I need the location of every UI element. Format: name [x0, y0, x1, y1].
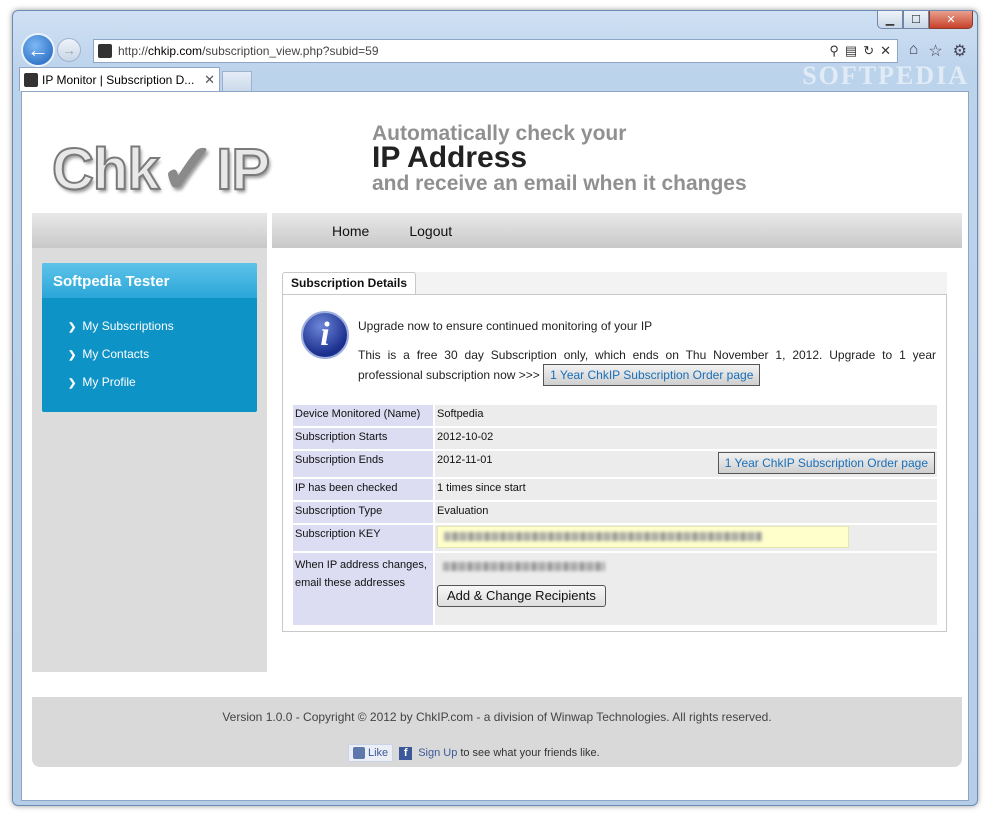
site-footer: Version 1.0.0 - Copyright © 2012 by ChkI… — [32, 697, 962, 767]
type-label: Subscription Type — [293, 502, 433, 523]
address-url[interactable]: http://chkip.com/subscription_view.php?s… — [118, 44, 829, 58]
search-icon[interactable]: ⚲ — [829, 43, 839, 59]
tab-ip-monitor[interactable]: IP Monitor | Subscription D... ✕ — [19, 67, 220, 91]
tab-favicon-icon — [24, 72, 38, 87]
key-label: Subscription KEY — [293, 525, 433, 552]
facebook-widget: Like f Sign Up to see what your friends … — [348, 744, 600, 762]
starts-label: Subscription Starts — [293, 428, 433, 449]
starts-value: 2012-10-02 — [433, 428, 937, 449]
ends-label: Subscription Ends — [293, 451, 433, 477]
user-menu-box: Softpedia Tester My Subscriptions My Con… — [42, 263, 257, 412]
nav-logout-link[interactable]: Logout — [409, 223, 452, 239]
ends-cell: 2012-11-01 1 Year ChkIP Subscription Ord… — [433, 451, 937, 477]
favorites-star-icon[interactable]: ☆ — [928, 41, 942, 61]
upgrade-details: This is a free 30 day Subscription only,… — [358, 346, 936, 386]
logo-check-icon: ✓ — [158, 130, 218, 208]
subscription-key-field[interactable] — [437, 526, 849, 549]
table-row: Subscription Starts 2012-10-02 — [293, 428, 937, 449]
add-change-recipients-button[interactable]: Add & Change Recipients — [437, 585, 606, 608]
new-tab-button[interactable] — [222, 71, 252, 91]
refresh-icon[interactable]: ↻ — [863, 43, 874, 59]
sidebar-item-my-contacts[interactable]: My Contacts — [68, 340, 257, 368]
table-row: Subscription Type Evaluation — [293, 502, 937, 523]
subscription-table: Device Monitored (Name) Softpedia Subscr… — [293, 403, 937, 627]
site-header: Chk✓IP Automatically check your IP Addre… — [22, 92, 968, 212]
navigation-buttons: ← → — [21, 33, 81, 67]
tab-close-icon[interactable]: ✕ — [204, 72, 215, 88]
close-window-button[interactable]: ✕ — [929, 11, 973, 29]
table-row: Subscription KEY — [293, 525, 937, 552]
tagline-bottom: and receive an email when it changes — [372, 172, 747, 195]
checked-label: IP has been checked — [293, 479, 433, 500]
home-icon[interactable]: ⌂ — [909, 41, 919, 61]
email-label: When IP address changes, email these add… — [293, 553, 433, 626]
page-content: Chk✓IP Automatically check your IP Addre… — [21, 91, 969, 801]
back-arrow-icon: ← — [27, 37, 49, 62]
redacted-key — [444, 532, 762, 542]
order-page-button-2[interactable]: 1 Year ChkIP Subscription Order page — [717, 452, 935, 474]
sidebar: Softpedia Tester My Subscriptions My Con… — [32, 213, 267, 672]
like-label: Like — [368, 747, 389, 759]
facebook-signup-link[interactable]: Sign Up — [418, 747, 457, 759]
device-label: Device Monitored (Name) — [293, 405, 433, 426]
type-value: Evaluation — [433, 502, 937, 523]
logo-text-left: Chk — [51, 136, 161, 203]
maximize-button[interactable]: ☐ — [903, 11, 929, 29]
table-row: Device Monitored (Name) Softpedia — [293, 405, 937, 426]
browser-window: ▁ ☐ ✕ ← → http://chkip.com/subscription_… — [12, 10, 978, 806]
window-controls: ▁ ☐ ✕ — [877, 11, 973, 29]
upgrade-notice: Upgrade now to ensure continued monitori… — [358, 319, 653, 333]
user-name: Softpedia Tester — [42, 263, 257, 298]
tab-subscription-details[interactable]: Subscription Details — [282, 272, 417, 294]
address-tools: ⚲ ▤ ↻ ✕ — [829, 43, 897, 59]
tagline-main: IP Address — [372, 141, 528, 174]
softpedia-watermark: SOFTPEDIA — [802, 61, 969, 90]
table-row: IP has been checked 1 times since start — [293, 479, 937, 500]
facebook-friends-text: to see what your friends like. — [460, 747, 600, 759]
sidebar-item-my-profile[interactable]: My Profile — [68, 368, 257, 396]
compatibility-view-icon[interactable]: ▤ — [845, 43, 857, 59]
key-cell — [433, 525, 937, 552]
site-favicon-icon — [98, 44, 112, 58]
facebook-like-button[interactable]: Like — [348, 744, 394, 762]
table-row: Subscription Ends 2012-11-01 1 Year ChkI… — [293, 451, 937, 477]
chkip-logo[interactable]: Chk✓IP — [51, 124, 271, 208]
subscription-panel: Subscription Details i Upgrade now to en… — [282, 272, 947, 632]
ends-value: 2012-11-01 — [437, 454, 493, 466]
browser-toolbar: ⌂ ☆ ⚙ — [909, 41, 967, 61]
email-cell: Add & Change Recipients — [433, 553, 937, 626]
table-row: When IP address changes, email these add… — [293, 553, 937, 626]
device-value: Softpedia — [433, 405, 937, 426]
nav-home-link[interactable]: Home — [332, 223, 369, 239]
forward-button[interactable]: → — [57, 38, 81, 62]
stop-icon[interactable]: ✕ — [880, 43, 891, 59]
tab-strip: IP Monitor | Subscription D... ✕ — [19, 67, 252, 91]
email-label-line2: email these addresses — [295, 577, 406, 590]
url-scheme: http:// — [118, 44, 149, 58]
panel-body: i Upgrade now to ensure continued monito… — [282, 294, 947, 632]
back-button[interactable]: ← — [21, 33, 55, 67]
user-menu: My Subscriptions My Contacts My Profile — [42, 298, 257, 396]
url-host: chkip.com — [148, 44, 203, 58]
tab-title: IP Monitor | Subscription D... — [42, 72, 195, 87]
redacted-emails — [443, 562, 605, 572]
top-nav: Home Logout — [272, 213, 962, 248]
sidebar-item-my-subscriptions[interactable]: My Subscriptions — [68, 312, 257, 340]
tools-gear-icon[interactable]: ⚙ — [953, 41, 967, 61]
minimize-button[interactable]: ▁ — [877, 11, 903, 29]
sidebar-header-bar — [32, 213, 267, 248]
checked-value: 1 times since start — [433, 479, 937, 500]
logo-text-right: IP — [215, 136, 271, 203]
forward-arrow-icon: → — [62, 42, 76, 58]
url-path: /subscription_view.php?subid=59 — [202, 44, 379, 58]
thumbs-up-icon — [353, 747, 365, 759]
address-bar[interactable]: http://chkip.com/subscription_view.php?s… — [93, 39, 898, 63]
email-label-line1: When IP address changes, — [295, 559, 427, 572]
panel-tab-strip — [412, 272, 947, 294]
facebook-icon: f — [399, 746, 413, 760]
order-page-button[interactable]: 1 Year ChkIP Subscription Order page — [543, 364, 761, 386]
info-icon: i — [301, 311, 349, 359]
footer-copyright: Version 1.0.0 - Copyright © 2012 by ChkI… — [222, 710, 772, 724]
